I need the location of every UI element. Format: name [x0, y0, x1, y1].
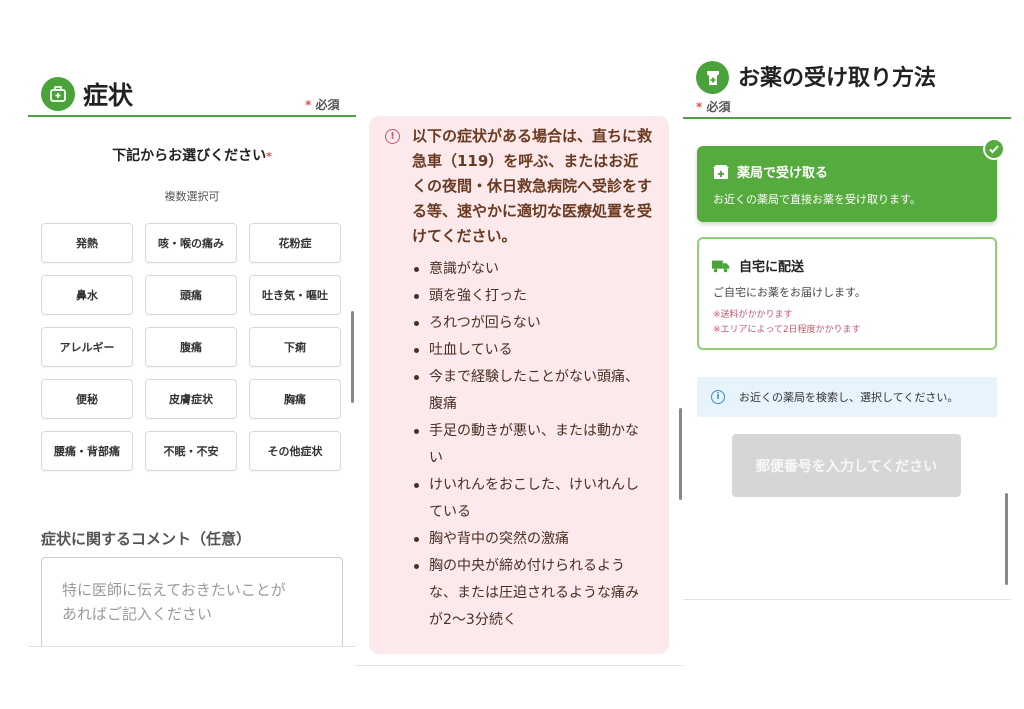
- symptom-chip[interactable]: 花粉症: [249, 223, 341, 263]
- symptom-chip[interactable]: 便秘: [41, 379, 133, 419]
- warning-item: 胸や背中の突然の激痛: [412, 526, 652, 553]
- warning-heading: 以下の症状がある場合は、直ちに救急車（119）を呼ぶ、またはお近くの夜間・休日救…: [412, 127, 653, 245]
- info-icon: i: [711, 390, 725, 404]
- divider: [355, 665, 683, 666]
- symptom-chip[interactable]: 腹痛: [145, 327, 237, 367]
- warning-item: 胸の中央が締め付けられるような、または圧迫されるような痛みが2〜3分続く: [412, 553, 652, 634]
- pickup-section-title: お薬の受け取り方法: [738, 66, 937, 91]
- required-label: * 必須: [696, 100, 731, 114]
- info-box: i お近くの薬局を検索し、選択してください。: [697, 377, 997, 417]
- section-divider: [28, 115, 356, 117]
- symptom-chip[interactable]: 胸痛: [249, 379, 341, 419]
- symptom-chip[interactable]: 不眠・不安: [145, 431, 237, 471]
- check-icon: [983, 138, 1005, 160]
- comment-textarea[interactable]: 特に医師に伝えておきたいことが あればご記入ください: [41, 557, 343, 647]
- warning-list: 意識がない 頭を強く打った ろれつが回らない 吐血している 今まで経験したことが…: [412, 256, 652, 634]
- postal-code-button[interactable]: 郵便番号を入力してください: [732, 434, 961, 497]
- symptom-chip[interactable]: アレルギー: [41, 327, 133, 367]
- multi-select-hint: 複数選択可: [164, 190, 220, 203]
- option-title: 自宅に配送: [739, 260, 805, 275]
- option-title: 薬局で受け取る: [737, 166, 829, 181]
- symptom-chip[interactable]: 腰痛・背部痛: [41, 431, 133, 471]
- info-text: お近くの薬局を検索し、選択してください。: [739, 391, 959, 404]
- symptom-chip[interactable]: 発熱: [41, 223, 133, 263]
- warning-item: けいれんをおこした、けいれんしている: [412, 472, 652, 526]
- shipping-note: ※送料がかかります: [713, 310, 793, 320]
- option-description: ご自宅にお薬をお届けします。: [713, 286, 866, 299]
- required-label: * 必須: [305, 98, 340, 112]
- pickup-option-pharmacy[interactable]: 薬局で受け取る お近くの薬局で直接お薬を受け取ります。: [697, 146, 997, 222]
- scrollbar[interactable]: [679, 408, 682, 500]
- option-description: お近くの薬局で直接お薬を受け取ります。: [713, 193, 921, 206]
- pickup-option-delivery[interactable]: 自宅に配送 ご自宅にお薬をお届けします。 ※送料がかかります ※エリアによって2…: [697, 237, 997, 350]
- warning-item: 今まで経験したことがない頭痛、腹痛: [412, 364, 652, 418]
- section-divider: [683, 117, 1011, 119]
- warning-item: ろれつが回らない: [412, 310, 652, 337]
- divider: [28, 646, 356, 647]
- alert-icon: !: [385, 129, 400, 144]
- pharmacy-icon: [713, 165, 729, 179]
- symptom-chip[interactable]: その他症状: [249, 431, 341, 471]
- symptom-chip[interactable]: 下痢: [249, 327, 341, 367]
- choose-instruction: 下記からお選びください*: [112, 148, 272, 164]
- symptom-chip[interactable]: 鼻水: [41, 275, 133, 315]
- symptom-chip[interactable]: 頭痛: [145, 275, 237, 315]
- symptom-chip[interactable]: 皮膚症状: [145, 379, 237, 419]
- scrollbar[interactable]: [351, 311, 354, 403]
- divider: [683, 599, 1011, 600]
- truck-icon: [712, 260, 730, 273]
- warning-item: 吐血している: [412, 337, 652, 364]
- shipping-note: ※エリアによって2日程度かかります: [713, 325, 861, 335]
- warning-item: 手足の動きが悪い、または動かない: [412, 418, 652, 472]
- symptom-chip[interactable]: 吐き気・嘔吐: [249, 275, 341, 315]
- symptom-icon: [41, 77, 75, 111]
- scrollbar[interactable]: [1005, 493, 1008, 585]
- symptom-section-title: 症状: [83, 81, 134, 110]
- warning-item: 頭を強く打った: [412, 283, 652, 310]
- symptom-chip[interactable]: 咳・喉の痛み: [145, 223, 237, 263]
- warning-item: 意識がない: [412, 256, 652, 283]
- medicine-icon: [696, 61, 729, 94]
- comment-label: 症状に関するコメント（任意）: [41, 530, 252, 548]
